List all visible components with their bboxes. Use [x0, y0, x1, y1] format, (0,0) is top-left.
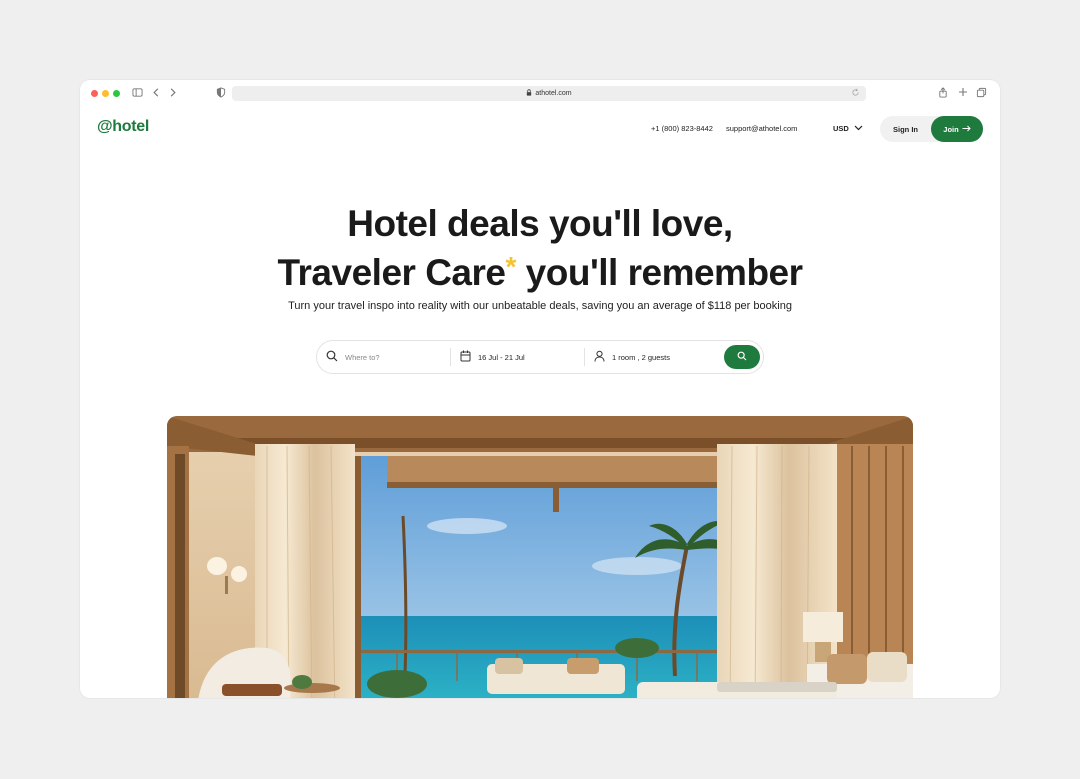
date-range-value: 16 Jul - 21 Jul	[478, 352, 525, 362]
headline-line-2: Traveler Care* you'll remember	[80, 245, 1000, 294]
url-text: athotel.com	[535, 90, 572, 97]
guests-value: 1 room , 2 guests	[612, 352, 670, 362]
hero-subtitle: Turn your travel inspo into reality with…	[288, 300, 792, 312]
browser-toolbar: athotel.com	[80, 80, 1000, 107]
reload-icon[interactable]	[851, 88, 860, 99]
address-bar[interactable]: athotel.com	[232, 86, 866, 101]
phone-link[interactable]: +1 (800) 823-8442	[651, 124, 713, 133]
date-field[interactable]: 16 Jul - 21 Jul	[460, 341, 584, 373]
search-divider	[450, 348, 451, 366]
tab-overview-icon[interactable]	[976, 87, 987, 98]
auth-buttons: Sign In Join	[880, 116, 983, 142]
join-label: Join	[943, 124, 959, 134]
lock-icon	[526, 89, 532, 98]
sign-in-label: Sign In	[893, 124, 918, 134]
browser-window: athotel.com @hotel +1 (800) 823-8442 sup…	[80, 80, 1000, 698]
headline-line-1: Hotel deals you'll love,	[347, 203, 733, 244]
sidebar-toggle-icon[interactable]	[132, 87, 143, 98]
search-icon	[737, 348, 747, 366]
headline-traveler-care: Traveler Care	[277, 252, 506, 293]
search-divider	[584, 348, 585, 366]
calendar-icon	[460, 350, 471, 364]
back-icon[interactable]	[151, 87, 161, 98]
search-icon	[326, 350, 338, 364]
currency-label: USD	[833, 124, 849, 133]
close-window-button[interactable]	[91, 90, 98, 97]
email-link[interactable]: support@athotel.com	[726, 124, 797, 133]
search-submit-button[interactable]	[724, 345, 760, 369]
new-tab-icon[interactable]	[958, 87, 968, 97]
hotel-room-illustration	[167, 416, 913, 698]
asterisk-mark: *	[505, 251, 516, 282]
destination-placeholder: Where to?	[345, 352, 380, 362]
destination-field[interactable]: Where to?	[326, 341, 450, 373]
join-button[interactable]: Join	[931, 116, 983, 142]
forward-icon[interactable]	[168, 87, 178, 98]
hero-image	[167, 416, 913, 698]
person-icon	[594, 350, 605, 364]
minimize-window-button[interactable]	[102, 90, 109, 97]
currency-selector[interactable]: USD	[833, 124, 863, 133]
hero-headline: Hotel deals you'll love, Traveler Care* …	[80, 202, 1000, 294]
headline-remember: you'll remember	[515, 252, 803, 293]
chevron-down-icon	[854, 124, 863, 133]
arrow-right-icon	[962, 125, 971, 134]
privacy-shield-icon[interactable]	[216, 87, 226, 98]
sign-in-button[interactable]: Sign In	[880, 116, 931, 142]
search-bar: Where to? 16 Jul - 21 Jul 1 room , 2 gue…	[316, 340, 764, 374]
maximize-window-button[interactable]	[113, 90, 120, 97]
guests-field[interactable]: 1 room , 2 guests	[594, 341, 720, 373]
share-icon[interactable]	[938, 87, 948, 98]
site-logo[interactable]: @hotel	[97, 118, 149, 136]
